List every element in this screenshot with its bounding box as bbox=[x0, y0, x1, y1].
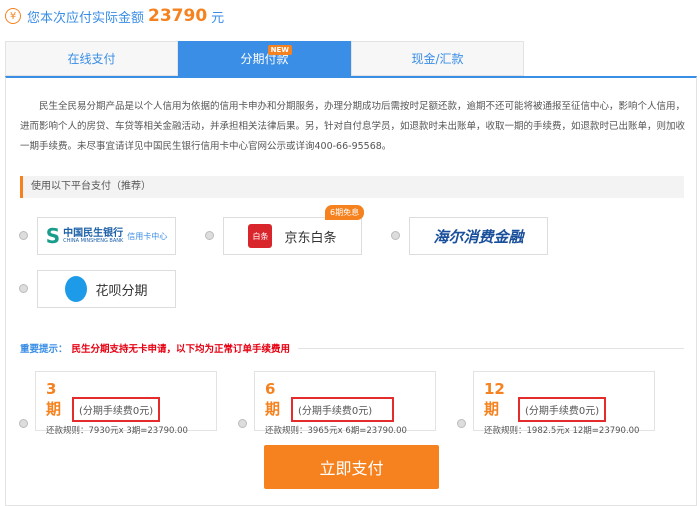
radio-huabei[interactable] bbox=[19, 284, 28, 293]
important-note: 重要提示： 民生分期支持无卡申请，以下均为正常订单手续费用 bbox=[20, 341, 684, 355]
amount-unit: 元 bbox=[211, 10, 225, 26]
platform-section-title: 使用以下平台支付（推荐） bbox=[20, 176, 684, 198]
tab-installment[interactable]: 分期付款 NEW bbox=[178, 41, 351, 76]
repay-rule: 还款规则：1982.5元x 12期=23790.00 bbox=[484, 426, 640, 436]
repay-rule: 还款规则：7930元x 3期=23790.00 bbox=[46, 426, 188, 436]
divider bbox=[298, 347, 684, 349]
tab-online-pay[interactable]: 在线支付 bbox=[5, 41, 178, 76]
logo-haier[interactable]: 海尔消费金融 bbox=[409, 217, 548, 255]
logo-minsheng[interactable]: S 中国民生银行 CHINA MINSHENG BANK 信用卡中心 bbox=[37, 217, 176, 255]
amount-header: ¥ 您本次应付实际金额 23790 元 bbox=[5, 5, 224, 27]
minsheng-name: 中国民生银行 bbox=[63, 227, 124, 239]
installment-option-3[interactable]: 3期 (分期手续费0元) 还款规则：7930元x 3期=23790.00 bbox=[35, 371, 217, 436]
tab-cash-transfer[interactable]: 现金/汇款 bbox=[351, 41, 524, 76]
radio-minsheng[interactable] bbox=[19, 231, 28, 240]
pay-now-button[interactable]: 立即支付 bbox=[264, 445, 439, 489]
radio-jd-baitiao[interactable] bbox=[205, 231, 214, 240]
tab-label: 现金/汇款 bbox=[411, 52, 464, 66]
installment-option-12[interactable]: 12期 (分期手续费0元) 还款规则：1982.5元x 12期=23790.00 bbox=[473, 371, 655, 436]
radio-6-periods[interactable] bbox=[238, 419, 247, 428]
period: 12期 bbox=[484, 380, 505, 418]
logo-jd-baitiao[interactable]: 白条 京东白条 bbox=[223, 217, 362, 255]
radio-haier[interactable] bbox=[391, 231, 400, 240]
period: 6期 bbox=[265, 380, 281, 418]
huabei-name: 花呗分期 bbox=[95, 283, 148, 299]
amount-value: 23790 bbox=[148, 6, 208, 26]
fee: (分期手续费0元) bbox=[291, 397, 395, 422]
radio-3-periods[interactable] bbox=[19, 419, 28, 428]
fee: (分期手续费0元) bbox=[72, 397, 161, 422]
installment-option-6[interactable]: 6期 (分期手续费0元) 还款规则：3965元x 6期=23790.00 bbox=[254, 371, 436, 436]
huabei-icon bbox=[65, 276, 88, 302]
important-text: 民生分期支持无卡申请，以下均为正常订单手续费用 bbox=[71, 344, 291, 355]
baitiao-icon: 白条 bbox=[248, 224, 273, 248]
yen-icon: ¥ bbox=[5, 8, 21, 24]
tab-label: 在线支付 bbox=[67, 52, 116, 66]
important-label: 重要提示： bbox=[20, 344, 68, 355]
period: 3期 bbox=[46, 380, 62, 418]
notice-text: 民生全民易分期产品是以个人信用为依据的信用卡申办和分期服务，办理分期成功后需按时… bbox=[20, 101, 686, 152]
minsheng-sub: CHINA MINSHENG BANK bbox=[63, 237, 124, 244]
new-badge: NEW bbox=[267, 45, 292, 55]
fee: (分期手续费0元) bbox=[518, 397, 607, 422]
radio-12-periods[interactable] bbox=[457, 419, 466, 428]
payment-tabs: 在线支付 分期付款 NEW 现金/汇款 bbox=[5, 41, 524, 76]
logo-huabei[interactable]: 花呗分期 bbox=[37, 270, 176, 308]
minsheng-extra: 信用卡中心 bbox=[127, 231, 168, 241]
repay-rule: 还款规则：3965元x 6期=23790.00 bbox=[265, 426, 407, 436]
jd-name: 京东白条 bbox=[284, 230, 337, 246]
minsheng-logo-icon: S bbox=[45, 224, 61, 248]
amount-label: 您本次应付实际金额 bbox=[27, 10, 145, 26]
free-interest-badge: 6期免息 bbox=[325, 205, 365, 220]
haier-name: 海尔消费金融 bbox=[433, 227, 524, 246]
